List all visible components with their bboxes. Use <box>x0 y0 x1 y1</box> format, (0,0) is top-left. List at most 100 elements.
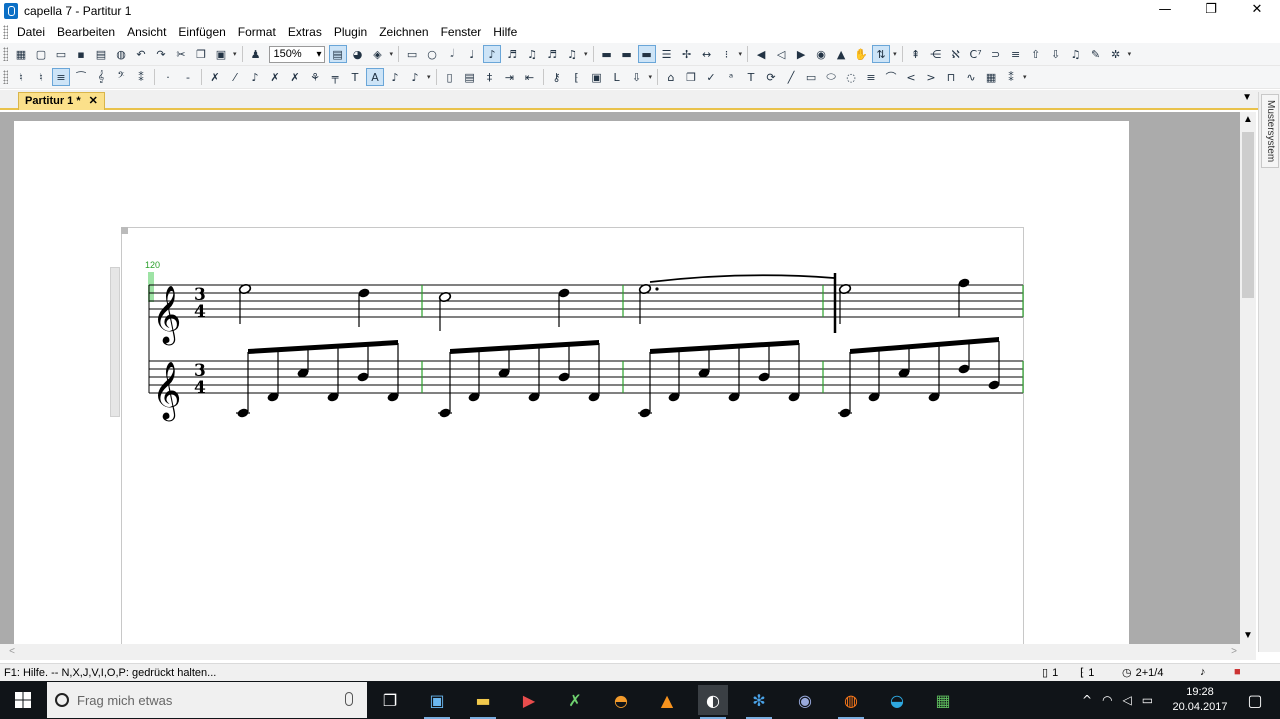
dynamics-icon[interactable]: ✗ <box>266 68 284 86</box>
new-icon[interactable]: ▢ <box>32 45 50 63</box>
vertical-scrollbar[interactable]: ▲ ▼ <box>1240 112 1256 644</box>
minimize-button[interactable]: — <box>1142 0 1188 22</box>
microphone-icon[interactable] <box>345 692 353 706</box>
trill-icon[interactable]: ∿ <box>962 68 980 86</box>
ellipse-icon[interactable]: ⬭ <box>822 68 840 86</box>
undo-icon[interactable]: ↶ <box>132 45 150 63</box>
bass-clef-icon[interactable]: 𝄢 <box>112 68 130 86</box>
score-page[interactable]: 120 𝄞 𝄞 3 4 3 4 <box>14 121 1129 644</box>
slur-icon[interactable]: ⁀ <box>72 68 90 86</box>
menu-grip[interactable] <box>3 25 8 39</box>
app-globe-icon[interactable]: ◉ <box>790 685 820 715</box>
horizontal-scrollbar[interactable]: < > <box>0 644 1256 660</box>
bracket-icon[interactable]: ⁅ <box>568 68 586 86</box>
menu-hilfe[interactable]: Hilfe <box>487 22 523 42</box>
paste-icon[interactable]: ▣ <box>212 45 230 63</box>
staff-add-icon[interactable]: ≡ <box>1007 45 1025 63</box>
insert-dropdown[interactable]: ▾ <box>649 73 653 81</box>
metronome-icon[interactable]: ▲ <box>832 45 850 63</box>
library-icon[interactable]: ⌂ <box>662 68 680 86</box>
scroll-up-icon[interactable]: ▲ <box>1240 112 1256 128</box>
redo-icon[interactable]: ↷ <box>152 45 170 63</box>
c7-icon[interactable]: C⁷ <box>967 45 985 63</box>
lyrics-icon[interactable]: ℵ <box>947 45 965 63</box>
menu-einfuegen[interactable]: Einfügen <box>172 22 231 42</box>
play-dropdown[interactable]: ▾ <box>893 50 897 58</box>
app-bird-icon[interactable]: ◒ <box>882 685 912 715</box>
network-icon[interactable]: ▭ <box>1142 693 1153 707</box>
grace-icon[interactable]: ♪ <box>386 68 404 86</box>
wifi-icon[interactable]: ◠ <box>1102 693 1112 707</box>
tools-dropdown[interactable]: ▾ <box>1128 50 1132 58</box>
sixtyfourth-note-icon[interactable]: ♬ <box>543 45 561 63</box>
view-dropdown[interactable]: ▾ <box>390 50 394 58</box>
cross-icon[interactable]: ✗ <box>206 68 224 86</box>
voice-icon[interactable]: ▬ <box>637 45 656 63</box>
pen-icon[interactable]: ✎ <box>1087 45 1105 63</box>
file-explorer-icon[interactable]: ▬ <box>468 685 498 719</box>
taskbar-search[interactable]: Frag mich etwas <box>47 682 367 718</box>
eighth-note-icon[interactable]: ♪ <box>483 45 502 63</box>
toolbar-grip[interactable] <box>3 47 8 61</box>
store-icon[interactable]: ▣ <box>422 685 452 719</box>
web-icon[interactable]: ◍ <box>112 45 130 63</box>
slash-icon[interactable]: ⁄ <box>226 68 244 86</box>
notifications-icon[interactable]: ▢ <box>1240 685 1270 715</box>
app-ex-icon[interactable]: ✗ <box>560 685 590 715</box>
shape-icon[interactable]: ◌ <box>842 68 860 86</box>
quarter-note-icon[interactable]: ♩ <box>463 45 481 63</box>
open-icon[interactable]: ▭ <box>52 45 70 63</box>
zoom-select[interactable]: 150% <box>268 45 325 63</box>
check-icon[interactable]: ✓ <box>702 68 720 86</box>
treble-clef-icon[interactable]: 𝄞 <box>92 68 110 86</box>
vlc-icon[interactable]: ▲ <box>652 685 682 715</box>
volume-icon[interactable]: ◁ <box>1123 693 1132 707</box>
paste-dropdown[interactable]: ▾ <box>233 50 237 58</box>
menu-fenster[interactable]: Fenster <box>435 22 488 42</box>
circle-arrow-icon[interactable]: ⟳ <box>762 68 780 86</box>
music-notation[interactable]: 𝄞 𝄞 3 4 3 4 <box>14 121 1129 644</box>
tab-close-icon[interactable]: ✕ <box>89 93 98 110</box>
ornament-icon[interactable]: ♪ <box>246 68 264 86</box>
scroll-down-icon[interactable]: ▼ <box>1240 628 1256 644</box>
diminuendo-icon[interactable]: > <box>922 68 940 86</box>
print-icon[interactable]: ▤ <box>92 45 110 63</box>
color-icon[interactable]: ◕ <box>349 45 367 63</box>
system-icon[interactable]: ▬ <box>598 45 616 63</box>
beam-group-icon[interactable]: ✗ <box>286 68 304 86</box>
note-dropdown[interactable]: ▾ <box>584 50 588 58</box>
draw-dropdown[interactable]: ▾ <box>1023 73 1027 81</box>
capella-app-icon[interactable] <box>4 3 18 19</box>
mustersystem-tab[interactable]: Mustersystem <box>1261 94 1279 168</box>
time-sig-icon[interactable]: ⁑ <box>132 68 150 86</box>
grid-icon[interactable]: ▦ <box>982 68 1000 86</box>
arrow-icon[interactable]: ⇩ <box>628 68 646 86</box>
symbol-icon[interactable]: ⊃ <box>987 45 1005 63</box>
record-icon[interactable]: ◉ <box>812 45 830 63</box>
tab-list-chevron-icon[interactable]: ▼ <box>1242 92 1252 103</box>
notation-dropdown[interactable]: ▾ <box>427 73 431 81</box>
stretch-icon[interactable]: ↔ <box>698 45 716 63</box>
play-icon[interactable]: ▶ <box>792 45 810 63</box>
rect-icon[interactable]: ▭ <box>403 45 421 63</box>
half-note-icon[interactable]: 𝅗𝅥 <box>443 45 461 63</box>
maximize-button[interactable]: ❐ <box>1188 0 1234 22</box>
save-icon[interactable]: ▪ <box>72 45 90 63</box>
speaker-off-icon[interactable]: ◁ <box>772 45 790 63</box>
accidental-icon[interactable]: ♮ <box>12 68 30 86</box>
indent-icon[interactable]: ⇥ <box>501 68 519 86</box>
tray-chevron-up-icon[interactable]: ^ <box>1082 693 1092 707</box>
chord-icon[interactable]: ⋲ <box>927 45 945 63</box>
align-icon[interactable]: ⇤ <box>521 68 539 86</box>
onetwentyeighth-note-icon[interactable]: ♫ <box>563 45 581 63</box>
line-icon[interactable]: ╱ <box>782 68 800 86</box>
lines-icon[interactable]: ≡ <box>862 68 880 86</box>
tuplet-icon[interactable]: ⚘ <box>306 68 324 86</box>
staff-insert-icon[interactable]: ≡ <box>52 68 70 86</box>
transpose-icon[interactable]: ⇅ <box>872 45 891 63</box>
stem-icon[interactable]: ♪ <box>406 68 424 86</box>
lyric-icon[interactable]: A <box>366 68 384 86</box>
paint-icon[interactable]: ◈ <box>369 45 387 63</box>
rectangle-icon[interactable]: ▭ <box>802 68 820 86</box>
crescendo-icon[interactable]: < <box>902 68 920 86</box>
